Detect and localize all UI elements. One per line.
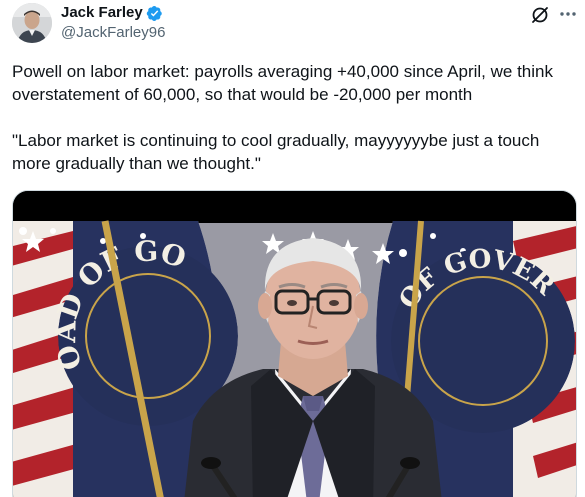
tweet-line: Powell on labor market: payrolls averagi… [12, 62, 553, 81]
tweet-text: Powell on labor market: payrolls averagi… [12, 60, 582, 175]
tweet-media-video[interactable]: OAD OF GO [12, 190, 577, 497]
more-dots-icon[interactable] [557, 4, 579, 24]
tweet-paragraph-1: Powell on labor market: payrolls averagi… [12, 60, 582, 106]
grok-icon[interactable] [530, 5, 550, 25]
verified-badge-icon [146, 5, 162, 21]
author-handle[interactable]: @JackFarley96 [61, 24, 165, 42]
avatar-photo [12, 3, 52, 43]
tweet-card[interactable]: Jack Farley @JackFarley96 Powell on labo… [0, 0, 585, 497]
video-frame: OAD OF GO [13, 191, 576, 497]
tweet-line: "Labor market is continuing to cool grad… [12, 131, 540, 150]
author-display-name[interactable]: Jack Farley [61, 4, 143, 22]
tweet-line: overstatement of 60,000, so that would b… [12, 85, 473, 104]
tweet-paragraph-2: "Labor market is continuing to cool grad… [12, 129, 582, 175]
author-name-row[interactable]: Jack Farley [61, 4, 163, 22]
author-avatar[interactable] [12, 3, 52, 43]
tweet-line: more gradually than we thought." [12, 154, 261, 173]
